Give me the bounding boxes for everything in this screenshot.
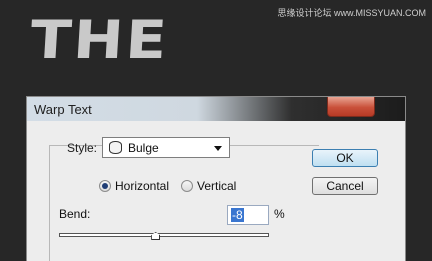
canvas-text: THE [28,9,171,72]
bend-input[interactable]: -8 [227,205,269,225]
bend-slider[interactable] [59,232,269,240]
close-button[interactable] [327,97,375,117]
radio-selected-icon [99,180,111,192]
watermark: 思缘设计论坛 www.MISSYUAN.COM [277,8,426,18]
radio-unselected-icon [181,180,193,192]
ok-button[interactable]: OK [312,149,378,167]
percent-unit: % [274,207,285,221]
slider-thumb[interactable] [151,232,161,240]
warp-options-group [49,145,319,261]
style-dropdown[interactable]: Bulge [102,137,230,158]
dialog-titlebar[interactable]: Warp Text [27,97,405,121]
warp-text-dialog: Warp Text Style: Bulge Horizontal Vertic… [26,96,406,261]
radio-horizontal-label: Horizontal [115,179,170,193]
chevron-down-icon [214,146,222,151]
radio-vertical-label: Vertical [197,179,237,193]
dialog-title: Warp Text [34,102,92,117]
cancel-button[interactable]: Cancel [312,177,378,195]
bend-label: Bend: [59,207,91,221]
bulge-warp-icon [109,141,122,154]
bend-value: -8 [231,208,244,222]
style-value: Bulge [128,141,159,155]
style-label: Style: [67,141,98,155]
